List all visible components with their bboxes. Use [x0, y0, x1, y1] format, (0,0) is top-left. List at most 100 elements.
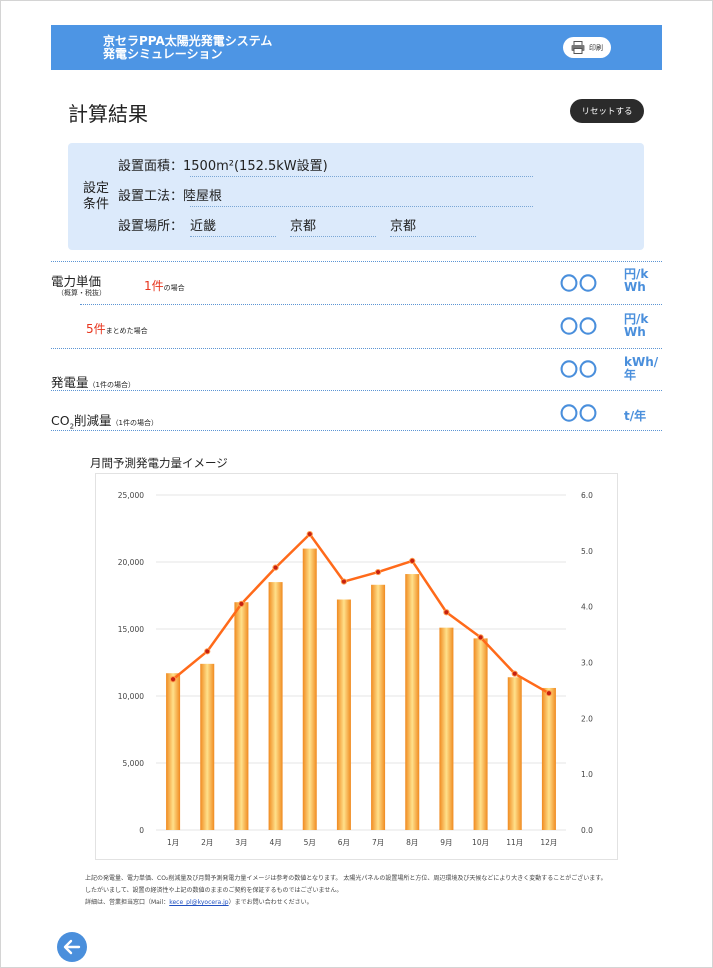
divider — [51, 261, 662, 262]
conditions-title: 設定条件 — [83, 181, 110, 212]
y2-tick-label: 1.0 — [581, 770, 593, 779]
case1-label: 1件の場合 — [144, 277, 185, 294]
series-line — [172, 532, 550, 695]
line-point — [477, 634, 484, 641]
reset-button[interactable]: リセットする — [570, 99, 644, 123]
generation-unit: kWh/ 年 — [624, 356, 658, 382]
line-point — [340, 578, 348, 585]
method-label: 設置工法： — [118, 189, 184, 204]
y2-tick-label: 3.0 — [581, 659, 593, 668]
y2-tick-label: 6.0 — [581, 491, 593, 500]
monthly-generation-chart: 0 5,000 10,000 15,000 20,000 25,000 0.0 1.0 2.0… — [118, 491, 593, 847]
case5-count: 5件 — [86, 322, 106, 336]
printer-icon — [571, 41, 585, 54]
line-point — [204, 648, 211, 655]
unit-price-note: （概算・税抜） — [57, 289, 106, 297]
case1-unit-line2: Wh — [624, 280, 646, 294]
app-header: 京セラPPA太陽光発電システム 発電シミュレーション 印刷 — [51, 25, 662, 70]
line-point — [374, 568, 382, 576]
x-tick-label: 3月 — [235, 838, 247, 847]
divider — [51, 390, 662, 391]
case5-value: 〇〇 — [560, 317, 598, 338]
y-tick-label: 25,000 — [118, 491, 144, 500]
bar — [268, 582, 283, 830]
x-tick-label: 2月 — [201, 838, 213, 847]
y2-tick-label: 0.0 — [581, 826, 593, 835]
line-point — [272, 564, 279, 571]
chart-title: 月間予測発電力量イメージ — [90, 456, 228, 470]
case1-value: 〇〇 — [560, 274, 598, 295]
line-point — [238, 600, 245, 607]
generation-title: 発電量 — [51, 375, 89, 390]
bar — [302, 548, 317, 830]
x-tick-label: 10月 — [472, 838, 489, 847]
y-tick-label: 15,000 — [118, 625, 144, 634]
line-point — [545, 690, 553, 697]
divider — [80, 304, 662, 305]
x-tick-label: 11月 — [506, 838, 523, 847]
x-tick-label: 4月 — [269, 838, 281, 847]
co2-unit: t/年 — [624, 409, 647, 423]
x-tick-label: 7月 — [372, 838, 384, 847]
x-tick-label: 8月 — [406, 838, 418, 847]
case5-label: 5件まとめた場合 — [86, 320, 148, 337]
bar — [473, 638, 488, 830]
footnote-contact-suffix: ）までお問い合わせください。 — [228, 899, 313, 906]
case5-unit-line2: Wh — [624, 325, 646, 339]
case5-suffix: まとめた場合 — [105, 327, 148, 335]
bar — [336, 599, 351, 830]
co2-value: 〇〇 — [560, 404, 598, 425]
y-tick-label: 5,000 — [123, 759, 145, 768]
case1-count: 1件 — [144, 279, 164, 293]
generation-label: 発電量（1件の場合） — [51, 372, 135, 391]
chart-container: 0 5,000 10,000 15,000 20,000 25,000 0.0 1.0 2.0… — [95, 473, 618, 860]
case1-suffix: の場合 — [163, 284, 185, 292]
line-point — [409, 557, 416, 564]
place-prefecture: 京都 — [290, 219, 317, 234]
line-point — [511, 670, 518, 677]
footnote-contact-prefix: 詳細は、営業担当窓口（Mail： — [85, 899, 170, 906]
co2-title-a: CO — [51, 413, 70, 428]
footnote-line3: 詳細は、営業担当窓口（Mail：kece_pl@kyocera.jp）までお問い… — [85, 897, 313, 906]
bar — [405, 574, 420, 830]
divider — [51, 348, 662, 349]
conditions-panel: 設定条件 設置面積：1500m²(152.5kW設置) 設置工法：陸屋根 設置場… — [68, 143, 644, 250]
method-value: 陸屋根 — [183, 189, 223, 204]
contact-mail-link[interactable]: kece_pl@kyocera.jp — [169, 899, 228, 906]
x-tick-label: 12月 — [540, 838, 557, 847]
y-tick-label: 0 — [139, 826, 144, 835]
bar — [541, 687, 556, 830]
co2-title-b: 削減量 — [74, 413, 112, 428]
bar — [507, 677, 522, 830]
line-point — [443, 609, 450, 616]
footnote-line1: 上記の発電量、電力単価、CO₂削減量及び月間予測発電力量イメージは参考の数値とな… — [85, 875, 607, 882]
co2-note: （1件の場合） — [111, 419, 159, 427]
place-region: 近畿 — [190, 219, 217, 234]
arrow-left-icon — [63, 939, 81, 955]
generation-value: 〇〇 — [560, 360, 598, 381]
method-row: 設置工法：陸屋根 — [118, 185, 533, 207]
y-tick-label: 20,000 — [118, 558, 144, 567]
area-row: 設置面積：1500m²(152.5kW設置) — [118, 155, 533, 177]
line-point — [306, 530, 313, 538]
app-title-line2: 発電シミュレーション — [103, 47, 223, 61]
place-row: 設置場所： 近畿 京都 京都 — [118, 215, 476, 237]
area-label: 設置面積： — [118, 159, 184, 174]
generation-unit-line2: 年 — [624, 368, 637, 382]
x-tick-label: 6月 — [338, 838, 350, 847]
bar — [200, 663, 215, 830]
place-city: 京都 — [390, 219, 417, 234]
bar — [234, 602, 249, 830]
footnote-line2: したがいまして、設置の経済性や上記の数値のままのご契約を保証するものではございま… — [85, 887, 343, 894]
back-button[interactable] — [57, 932, 87, 962]
y2-tick-label: 4.0 — [581, 603, 593, 612]
page-title: 計算結果 — [68, 102, 148, 126]
bar — [439, 627, 454, 830]
y-tick-label: 10,000 — [118, 692, 144, 701]
place-label: 設置場所： — [118, 219, 184, 234]
case1-unit: 円/k Wh — [624, 268, 648, 294]
x-tick-label: 5月 — [304, 838, 316, 847]
divider — [51, 430, 662, 431]
print-button[interactable]: 印刷 — [563, 37, 611, 58]
x-tick-label: 1月 — [167, 838, 179, 847]
